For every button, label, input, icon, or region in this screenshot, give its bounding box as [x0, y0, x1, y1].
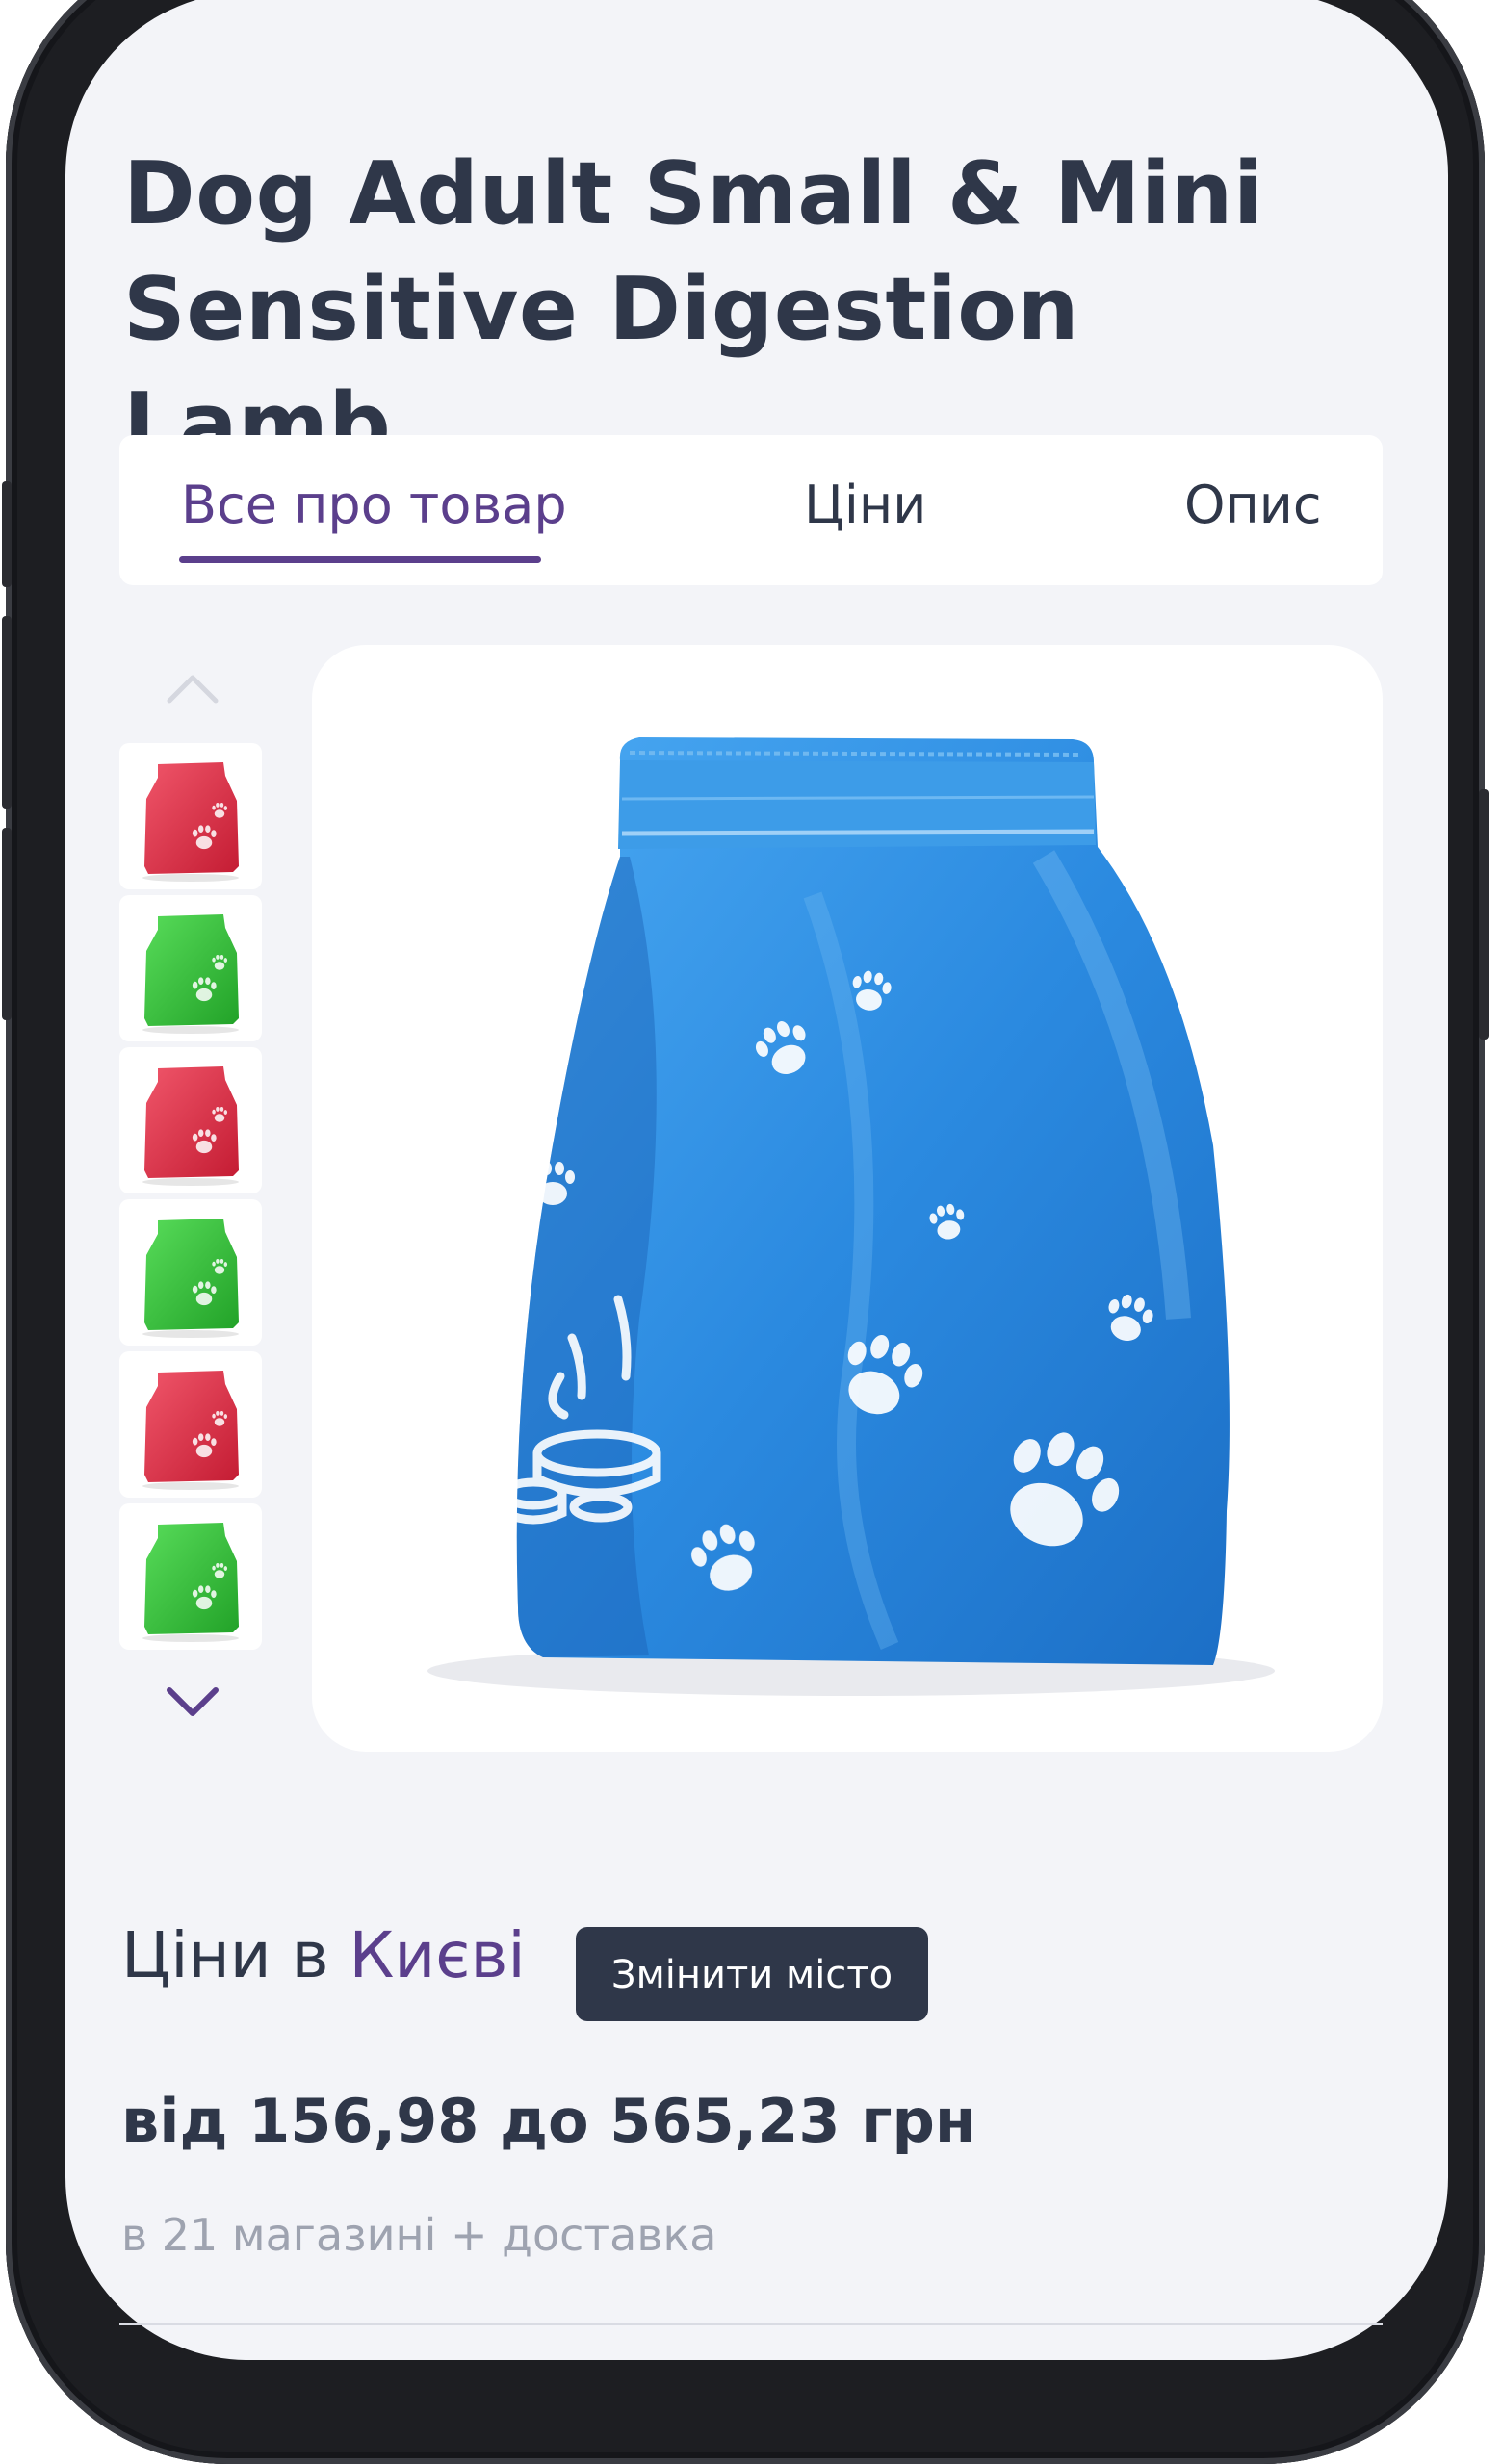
tab-all-about-product[interactable]: Все про товар	[181, 472, 567, 539]
product-tabs: Все про товар Ціни Опис	[119, 435, 1383, 585]
thumbnail-4[interactable]	[119, 1199, 262, 1346]
prices-heading-prefix: Ціни в	[121, 1918, 329, 1992]
prices-heading: Ціни в Києві	[121, 1917, 526, 1994]
thumbnail-6[interactable]	[119, 1503, 262, 1650]
green-food-bag-icon	[142, 1219, 239, 1338]
thumbnail-2[interactable]	[119, 895, 262, 1041]
tab-description[interactable]: Опис	[1184, 472, 1322, 539]
thumbnail-5[interactable]	[119, 1351, 262, 1498]
thumbnail-1[interactable]	[119, 743, 262, 889]
chevron-down-icon[interactable]	[164, 1679, 221, 1723]
red-food-bag-icon	[142, 1066, 239, 1186]
blue-food-bag-icon	[427, 737, 1275, 1696]
active-tab-indicator	[179, 556, 541, 563]
red-food-bag-icon	[142, 762, 239, 882]
red-food-bag-icon	[142, 1371, 239, 1490]
main-product-image[interactable]	[312, 645, 1383, 1752]
product-title: Dog Adult Small & Mini Sensitive Digesti…	[123, 143, 1264, 475]
tab-prices[interactable]: Ціни	[804, 472, 926, 539]
price-range: від 156,98 до 565,23 грн	[121, 2086, 976, 2156]
page-content: Dog Adult Small & Mini Sensitive Digesti…	[0, 0, 1502, 2356]
thumbnail-3[interactable]	[119, 1047, 262, 1194]
section-divider	[119, 2323, 1383, 2325]
chevron-up-icon[interactable]	[164, 666, 221, 710]
stores-count-note: в 21 магазині + доставка	[121, 2209, 717, 2261]
green-food-bag-icon	[142, 1523, 239, 1642]
city-name: Києві	[349, 1918, 526, 1992]
green-food-bag-icon	[142, 914, 239, 1034]
change-city-button[interactable]: Змінити місто	[576, 1927, 928, 2021]
